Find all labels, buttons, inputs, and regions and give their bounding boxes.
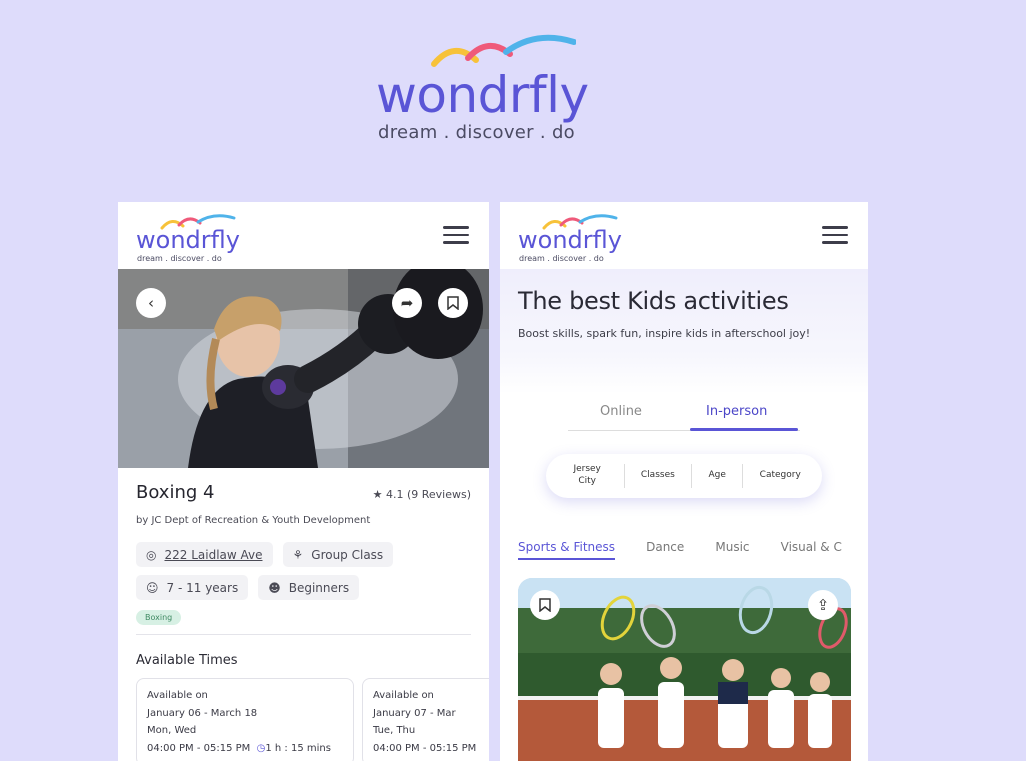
time-duration: 1 h : 15 mins: [265, 742, 331, 754]
divider: [136, 634, 471, 635]
share-button[interactable]: ⇪: [808, 590, 838, 620]
class-type-chip: ⚘ Group Class: [282, 542, 394, 567]
activity-rating[interactable]: ★ 4.1 (9 Reviews): [373, 488, 471, 501]
time-slot-card[interactable]: Available on January 07 - Mar Tue, Thu 0…: [362, 678, 489, 761]
header-logo-wordmark: wondrfly: [518, 226, 622, 254]
header-logo-tagline: dream . discover . do: [137, 254, 222, 263]
address-text[interactable]: 222 Laidlaw Ave: [164, 548, 262, 562]
hero-logo: wondrfly dream . discover . do: [376, 34, 636, 144]
tab-in-person[interactable]: In-person: [706, 404, 767, 419]
category-tab-sports[interactable]: Sports & Fitness: [518, 540, 616, 560]
activities-list-screen: wondrfly dream . discover . do The best …: [500, 202, 868, 761]
logo-tagline: dream . discover . do: [378, 122, 575, 143]
filter-age[interactable]: Age: [703, 470, 732, 482]
people-icon: ☻: [268, 580, 281, 595]
hero-band: The best Kids activities Boost skills, s…: [500, 269, 868, 394]
tennis-kids-image: [518, 578, 851, 761]
star-icon: ★: [372, 488, 383, 501]
time-dates: January 07 - Mar: [373, 707, 456, 719]
activity-detail-screen: wondrfly dream . discover . do ‹ ➦ Boxin…: [118, 202, 489, 761]
time-label: Available on: [147, 690, 208, 701]
filter-divider: [742, 464, 744, 488]
available-times-title: Available Times: [136, 653, 238, 668]
bookmark-button[interactable]: [530, 590, 560, 620]
age-chip: ☺ 7 - 11 years: [136, 575, 249, 600]
filter-divider: [623, 464, 625, 488]
share-icon: ⇪: [816, 596, 830, 614]
filter-location[interactable]: Jersey City: [561, 464, 613, 487]
filter-divider: [691, 464, 693, 488]
class-type-text: Group Class: [311, 547, 384, 562]
page-title: The best Kids activities: [518, 287, 789, 315]
app-header: wondrfly dream . discover . do: [118, 202, 489, 269]
level-chip: ☻ Beginners: [258, 575, 360, 600]
category-tab-dance[interactable]: Dance: [646, 540, 684, 554]
activity-photo: ‹ ➦: [118, 269, 489, 468]
time-hours: 04:00 PM - 05:15 PM: [373, 742, 477, 754]
bookmark-icon: [539, 598, 551, 612]
times-list: Available on January 06 - March 18 Mon, …: [136, 678, 489, 761]
age-text: 7 - 11 years: [166, 580, 239, 595]
activity-title: Boxing 4: [136, 482, 215, 503]
child-icon: ☺: [146, 580, 159, 595]
provider-name: by JC Dept of Recreation & Youth Develop…: [136, 515, 371, 526]
time-days: Mon, Wed: [147, 725, 197, 736]
hamburger-icon[interactable]: [443, 226, 469, 246]
activity-tag: Boxing: [136, 610, 182, 625]
tab-online[interactable]: Online: [600, 404, 642, 419]
bookmark-button[interactable]: [438, 288, 468, 318]
share-button[interactable]: ➦: [392, 288, 422, 318]
time-dates: January 06 - March 18: [147, 707, 258, 719]
rating-text: 4.1 (9 Reviews): [385, 488, 471, 501]
filter-classes[interactable]: Classes: [635, 470, 681, 482]
header-logo-wordmark: wondrfly: [136, 226, 240, 254]
logo-wordmark: wondrfly: [376, 66, 589, 124]
time-days: Tue, Thu: [373, 725, 416, 736]
mode-tabs: Online In-person: [500, 396, 868, 436]
filter-category[interactable]: Category: [754, 470, 807, 482]
back-button[interactable]: ‹: [136, 288, 166, 318]
header-logo[interactable]: wondrfly dream . discover . do: [518, 214, 638, 263]
header-logo-tagline: dream . discover . do: [519, 254, 604, 263]
app-header: wondrfly dream . discover . do: [500, 202, 868, 269]
group-icon: ⚘: [292, 547, 304, 562]
share-icon: ➦: [400, 294, 414, 312]
tab-active-indicator: [690, 428, 798, 431]
time-label: Available on: [373, 690, 434, 701]
activity-card[interactable]: ⇪: [518, 578, 851, 761]
header-logo[interactable]: wondrfly dream . discover . do: [136, 214, 256, 263]
category-tab-music[interactable]: Music: [715, 540, 749, 554]
location-pin-icon: ◎: [146, 547, 157, 562]
bookmark-icon: [447, 296, 459, 310]
activity-info: Boxing 4 ★ 4.1 (9 Reviews) by JC Dept of…: [118, 468, 489, 761]
level-text: Beginners: [288, 580, 350, 595]
chevron-left-icon: ‹: [148, 294, 154, 312]
category-tab-visual[interactable]: Visual & C: [781, 540, 842, 554]
time-slot-card[interactable]: Available on January 06 - March 18 Mon, …: [136, 678, 354, 761]
time-hours: 04:00 PM - 05:15 PM: [147, 742, 251, 754]
address-chip[interactable]: ◎ 222 Laidlaw Ave: [136, 542, 273, 567]
filter-bar: Jersey City Classes Age Category: [546, 454, 822, 498]
boxing-girl-image: [118, 269, 489, 468]
category-tabs: Sports & Fitness Dance Music Visual & C: [518, 536, 858, 566]
page-subtitle: Boost skills, spark fun, inspire kids in…: [518, 327, 811, 340]
hamburger-icon[interactable]: [822, 226, 848, 246]
